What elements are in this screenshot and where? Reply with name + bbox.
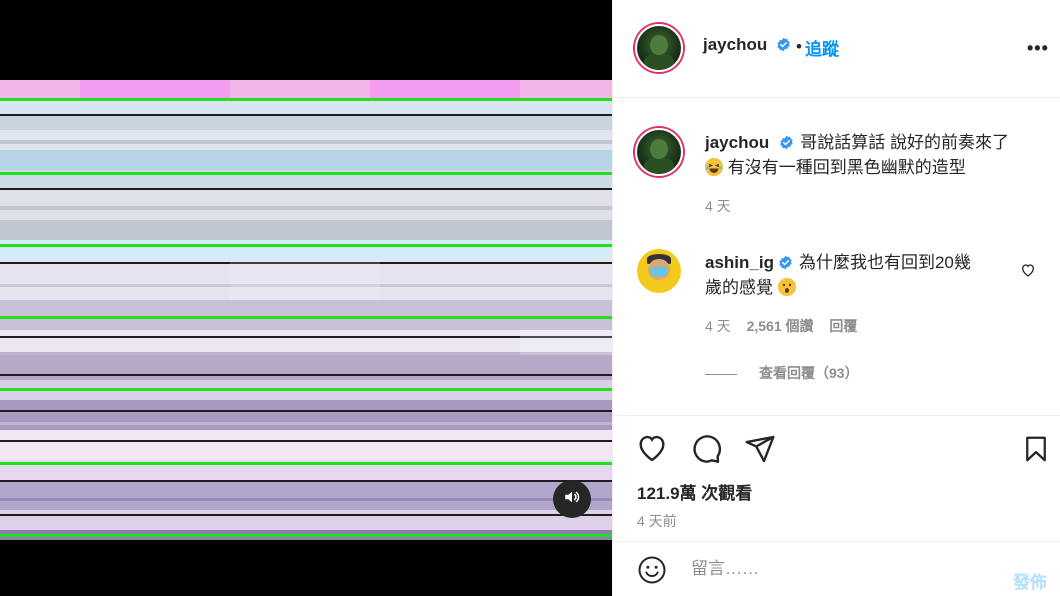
- speaker-icon: [563, 488, 581, 511]
- view-replies-button[interactable]: 查看回覆（93）: [705, 361, 1005, 386]
- verified-badge-icon: [779, 132, 794, 150]
- comment-like-heart-icon[interactable]: [1020, 262, 1036, 283]
- video-player[interactable]: [0, 0, 612, 596]
- follow-button[interactable]: 追蹤: [805, 35, 839, 60]
- comment-text-line2: 歲的感覺: [705, 278, 773, 297]
- caption-timestamp: 4 天: [705, 198, 731, 214]
- caption-username[interactable]: jaychou: [705, 133, 769, 152]
- reply-button[interactable]: 回覆: [829, 318, 857, 334]
- caption-avatar[interactable]: [635, 128, 683, 176]
- surprised-emoji-icon: [777, 278, 796, 296]
- heart-icon[interactable]: [635, 432, 669, 469]
- replies-divider: [705, 373, 737, 375]
- more-options-icon[interactable]: •••: [1027, 38, 1049, 59]
- comment-likes[interactable]: 2,561 個讚: [747, 318, 814, 334]
- bookmark-icon[interactable]: [1021, 432, 1051, 471]
- caption-text-line2: 有沒有一種回到黑色幽默的造型: [727, 158, 966, 177]
- mute-button[interactable]: [553, 480, 591, 518]
- author-avatar[interactable]: [635, 24, 683, 72]
- caption-text-line1: 哥說話算話 說好的前奏來了: [800, 133, 1009, 152]
- post-header: jaychou • 追蹤 •••: [613, 0, 1060, 98]
- author-username[interactable]: jaychou: [703, 35, 767, 54]
- post-comment-button[interactable]: 發佈: [1013, 568, 1047, 593]
- post-timestamp[interactable]: 4 天前: [637, 511, 677, 531]
- view-count[interactable]: 121.9萬 次觀看: [637, 479, 752, 504]
- post-actions: 121.9萬 次觀看 4 天前: [613, 415, 1060, 542]
- laughing-emoji-icon: [705, 158, 723, 176]
- comment-bubble-icon[interactable]: [689, 433, 723, 470]
- video-frame-glitch: [0, 80, 612, 540]
- commenter-avatar[interactable]: [637, 249, 681, 293]
- verified-badge-icon: [776, 37, 791, 52]
- smiley-icon[interactable]: [637, 555, 667, 590]
- comment-composer: 發佈: [613, 541, 1060, 596]
- author-name-row: jaychou: [703, 35, 791, 55]
- comment-meta-row: 4 天 2,561 個讚 回覆: [705, 314, 1005, 339]
- verified-badge-icon: [778, 252, 793, 270]
- commenter-username[interactable]: ashin_ig: [705, 253, 774, 272]
- comment-item: ashin_ig 為什麼我也有回到20幾 歲的感覺 4 天 2,561 個讚 回覆…: [705, 250, 1005, 386]
- view-replies-label: 查看回覆（93）: [759, 365, 859, 381]
- comment-text-line1: 為什麼我也有回到20幾: [798, 253, 971, 272]
- post-side-panel: jaychou • 追蹤 ••• jaychou 哥說話算話 說好的前奏來了 有沒…: [612, 0, 1060, 596]
- post-caption: jaychou 哥說話算話 說好的前奏來了 有沒有一種回到黑色幽默的造型 4 天: [705, 130, 1045, 219]
- paper-plane-icon[interactable]: [743, 433, 777, 470]
- separator-dot: •: [796, 37, 802, 56]
- comment-input[interactable]: [689, 556, 993, 582]
- comment-timestamp: 4 天: [705, 318, 731, 334]
